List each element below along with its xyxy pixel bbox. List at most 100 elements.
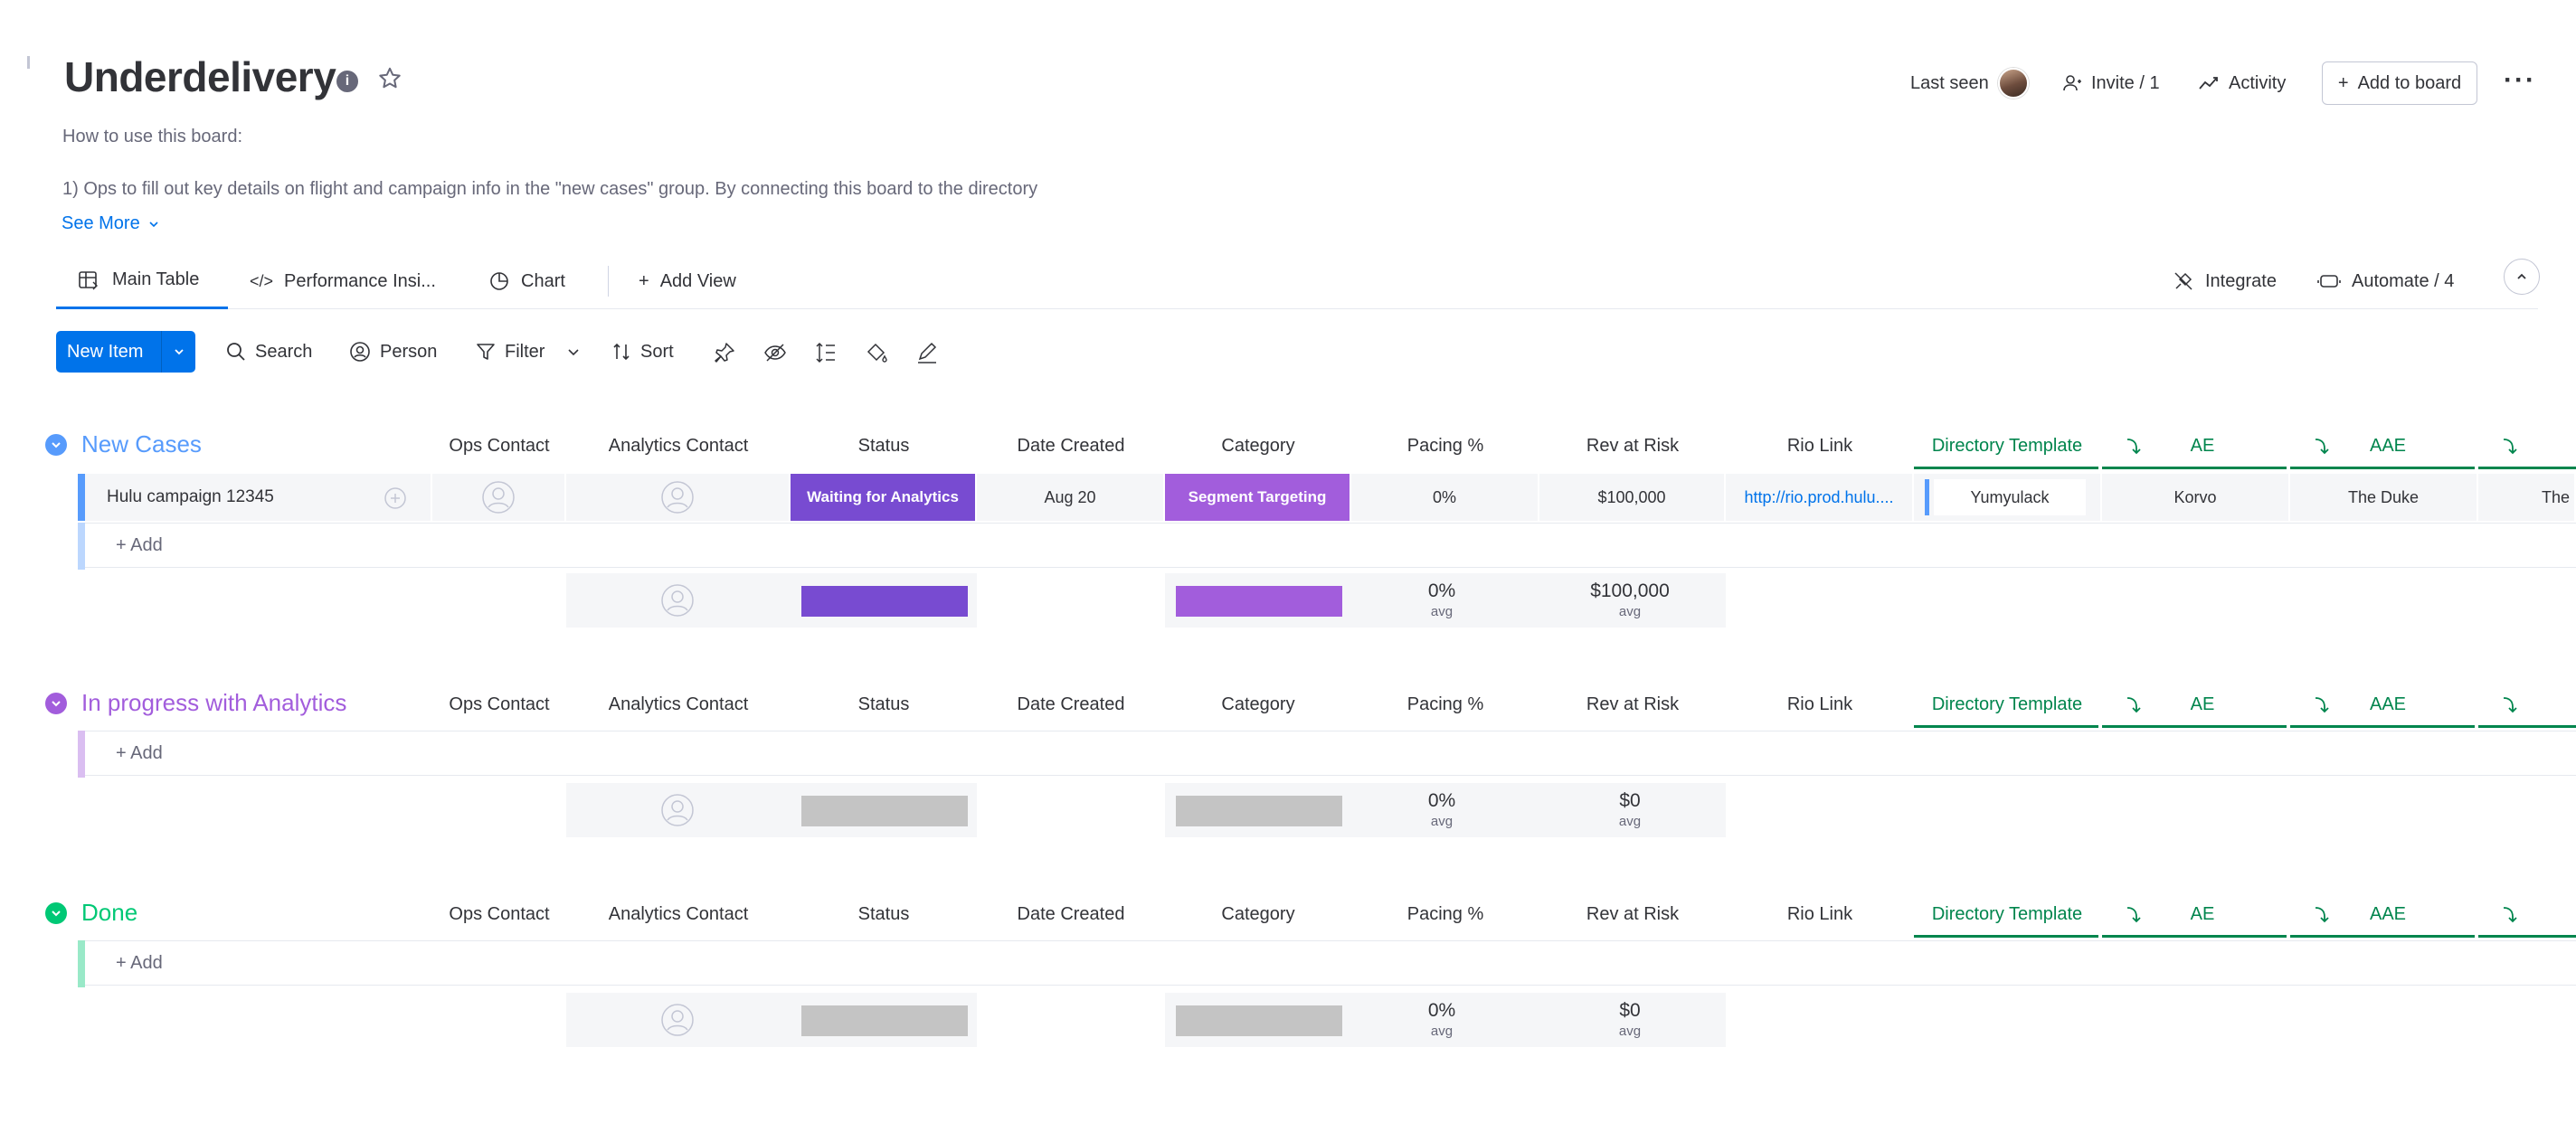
more-options-icon[interactable]: ···	[2504, 67, 2536, 94]
column-header-rev-at-risk[interactable]: Rev at Risk	[1539, 904, 1726, 925]
board-title[interactable]: Underdelivery	[64, 52, 336, 101]
column-header-pacing[interactable]: Pacing %	[1351, 694, 1539, 715]
column-header-category[interactable]: Category	[1165, 904, 1351, 925]
column-header-ops-contact[interactable]: Ops Contact	[432, 904, 566, 925]
table-row[interactable]: Hulu campaign 12345 Waiting for Analytic…	[0, 474, 2576, 521]
column-header-date-created[interactable]: Date Created	[977, 694, 1165, 715]
column-header-directory-template[interactable]: Directory Template	[1914, 904, 2100, 925]
column-header-date-created[interactable]: Date Created	[977, 904, 1165, 925]
add-to-board-button[interactable]: + Add to board	[2322, 61, 2477, 105]
person-placeholder-icon	[661, 794, 694, 826]
rev-summary-label: avg	[1618, 1024, 1642, 1039]
edit-format-icon[interactable]	[915, 341, 939, 364]
add-item-input[interactable]: + Add	[85, 731, 2576, 776]
column-header-aae[interactable]: AAE	[2352, 904, 2424, 925]
new-item-button[interactable]: New Item	[56, 331, 195, 373]
star-icon[interactable]	[376, 65, 403, 92]
column-header-pacing[interactable]: Pacing %	[1351, 436, 1539, 457]
column-header-aae[interactable]: AAE	[2352, 694, 2424, 715]
board-description-heading: How to use this board:	[62, 127, 242, 146]
collapse-header-button[interactable]	[2504, 259, 2540, 295]
integrate-button[interactable]: Integrate	[2173, 253, 2277, 309]
add-item-input[interactable]: + Add	[85, 940, 2576, 986]
hide-icon[interactable]	[763, 341, 787, 364]
column-header-ops-contact[interactable]: Ops Contact	[432, 694, 566, 715]
status-summary-bar[interactable]	[801, 586, 968, 617]
status-cell[interactable]: Waiting for Analytics	[791, 474, 977, 521]
category-summary-bar[interactable]	[1176, 1005, 1342, 1036]
tab-chart[interactable]: Chart	[488, 253, 565, 309]
column-header-aae[interactable]: AAE	[2352, 436, 2424, 457]
tab-main-table[interactable]: Main Table	[56, 253, 228, 309]
category-summary-bar[interactable]	[1176, 586, 1342, 617]
pacing-cell[interactable]: 0%	[1351, 474, 1539, 521]
filter-button[interactable]: Filter	[476, 331, 581, 373]
column-header-rio-link[interactable]: Rio Link	[1726, 694, 1914, 715]
group-title[interactable]: New Cases	[81, 430, 202, 458]
rev-at-risk-cell[interactable]: $100,000	[1539, 474, 1726, 521]
aae-cell[interactable]: The Duke	[2290, 474, 2478, 521]
add-item-row[interactable]: + Add	[0, 940, 2576, 987]
status-summary-bar[interactable]	[801, 796, 968, 826]
pin-icon[interactable]	[713, 341, 736, 364]
activity-button[interactable]: Activity	[2198, 63, 2286, 103]
next-column-cell[interactable]: The	[2478, 474, 2576, 521]
group-collapse-toggle[interactable]	[45, 902, 67, 924]
category-cell[interactable]: Segment Targeting	[1165, 474, 1351, 521]
group-collapse-toggle[interactable]	[45, 693, 67, 714]
add-update-icon[interactable]	[384, 486, 407, 510]
group-collapse-toggle[interactable]	[45, 434, 67, 456]
column-header-ae[interactable]: AE	[2171, 436, 2234, 457]
column-header-rev-at-risk[interactable]: Rev at Risk	[1539, 436, 1726, 457]
column-header-rio-link[interactable]: Rio Link	[1726, 904, 1914, 925]
ops-contact-cell[interactable]	[432, 474, 566, 521]
column-header-rev-at-risk[interactable]: Rev at Risk	[1539, 694, 1726, 715]
connected-item-chip[interactable]: Yumyulack	[1934, 479, 2086, 515]
column-header-ae[interactable]: AE	[2171, 694, 2234, 715]
add-item-row[interactable]: + Add	[0, 523, 2576, 570]
person-filter-button[interactable]: Person	[349, 331, 437, 373]
row-height-icon[interactable]	[814, 341, 838, 364]
column-header-analytics-contact[interactable]: Analytics Contact	[566, 694, 791, 715]
search-button[interactable]: Search	[226, 331, 312, 373]
see-more-link[interactable]: See More	[62, 213, 160, 234]
add-item-input[interactable]: + Add	[85, 523, 2576, 568]
add-item-row[interactable]: + Add	[0, 731, 2576, 778]
column-header-ae[interactable]: AE	[2171, 904, 2234, 925]
search-icon	[227, 343, 245, 361]
group-title[interactable]: In progress with Analytics	[81, 689, 346, 717]
last-seen-button[interactable]: Last seen	[1910, 63, 2029, 103]
column-header-directory-template[interactable]: Directory Template	[1914, 436, 2100, 457]
column-header-status[interactable]: Status	[791, 436, 977, 457]
item-name-cell[interactable]: Hulu campaign 12345	[85, 474, 432, 521]
pacing-summary-value: 0%	[1427, 790, 1456, 811]
paint-bucket-icon[interactable]	[865, 341, 888, 364]
automate-button[interactable]: Automate / 4	[2317, 253, 2454, 309]
new-item-dropdown[interactable]	[161, 331, 195, 373]
column-header-category[interactable]: Category	[1165, 694, 1351, 715]
column-header-pacing[interactable]: Pacing %	[1351, 904, 1539, 925]
info-icon[interactable]: i	[336, 71, 358, 92]
invite-button[interactable]: Invite / 1	[2062, 63, 2160, 103]
date-created-cell[interactable]: Aug 20	[977, 474, 1165, 521]
column-header-analytics-contact[interactable]: Analytics Contact	[566, 436, 791, 457]
status-summary-bar[interactable]	[801, 1005, 968, 1036]
column-header-date-created[interactable]: Date Created	[977, 436, 1165, 457]
category-summary-bar[interactable]	[1176, 796, 1342, 826]
ae-cell[interactable]: Korvo	[2102, 474, 2290, 521]
column-header-ops-contact[interactable]: Ops Contact	[432, 436, 566, 457]
sort-button[interactable]: Sort	[611, 331, 674, 373]
chevron-down-icon[interactable]	[566, 344, 581, 359]
add-view-button[interactable]: + Add View	[639, 253, 736, 309]
analytics-contact-cell[interactable]	[566, 474, 791, 521]
group-title[interactable]: Done	[81, 899, 137, 927]
column-header-status[interactable]: Status	[791, 694, 977, 715]
column-header-status[interactable]: Status	[791, 904, 977, 925]
directory-template-cell[interactable]: Yumyulack	[1914, 474, 2102, 521]
rio-link-cell[interactable]: http://rio.prod.hulu....	[1726, 474, 1914, 521]
column-header-directory-template[interactable]: Directory Template	[1914, 694, 2100, 715]
column-header-analytics-contact[interactable]: Analytics Contact	[566, 904, 791, 925]
column-header-rio-link[interactable]: Rio Link	[1726, 436, 1914, 457]
tab-performance[interactable]: </> Performance Insi...	[250, 253, 436, 309]
column-header-category[interactable]: Category	[1165, 436, 1351, 457]
